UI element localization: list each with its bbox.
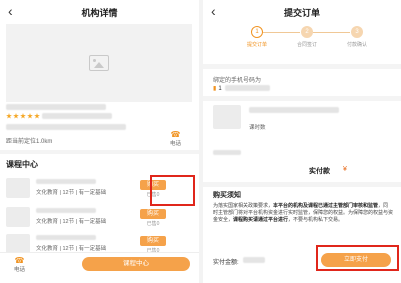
notice-text: ，不要与机构私下交易。 bbox=[288, 217, 344, 223]
phone-icon: ☎ bbox=[14, 256, 25, 265]
phone-icon: ▮ bbox=[213, 86, 217, 92]
star-icon bbox=[6, 113, 12, 119]
course-thumbnail bbox=[6, 234, 30, 254]
course-desc: 文化教育 | 12节 | 有一定基础 bbox=[36, 219, 107, 225]
step-payment: 3 付款确认 bbox=[332, 26, 382, 48]
notice-bold-text: 课程购买请通过平台进行 bbox=[233, 217, 289, 223]
course-item[interactable]: 文化教育 | 12节 | 有一定基础 购买 已售0 bbox=[6, 205, 192, 233]
section-divider bbox=[203, 96, 401, 101]
tags-redacted bbox=[42, 113, 112, 119]
star-icon bbox=[20, 113, 26, 119]
order-steps: 1 提交订单 2 合同签订 3 付款确认 bbox=[203, 26, 401, 56]
phone-icon: ☎ bbox=[170, 130, 181, 139]
institution-image-placeholder bbox=[6, 24, 192, 102]
option-redacted bbox=[213, 150, 241, 155]
course-center-button[interactable]: 课程中心 bbox=[82, 257, 190, 271]
phone-redacted bbox=[225, 85, 270, 91]
distance-text: 距当前定位1.0km bbox=[6, 139, 53, 145]
page-title: 机构详情 bbox=[81, 7, 118, 18]
submit-order-screen: ‹ 提交订单 1 提交订单 2 合同签订 3 付款确认 绑定的手机号码为 ▮ 1 … bbox=[203, 0, 401, 283]
notice-body: 为落实国家相关政策要求，本平台的机构及课程已通过主管部门审核和监管，同时主管部门… bbox=[213, 203, 393, 224]
buy-highlight-box bbox=[150, 175, 195, 206]
course-desc: 课时数 bbox=[249, 125, 266, 131]
institution-name-redacted bbox=[6, 104, 106, 110]
page-title: 提交订单 bbox=[283, 7, 320, 18]
course-name-redacted bbox=[36, 208, 96, 213]
phone-label: 电话 bbox=[169, 141, 181, 147]
section-divider bbox=[0, 150, 199, 154]
bottom-bar: ☎ 电话 课程中心 bbox=[0, 252, 199, 283]
image-icon bbox=[89, 55, 109, 71]
back-icon[interactable]: ‹ bbox=[8, 3, 13, 19]
payment-row: 实付款 ¥ bbox=[213, 165, 393, 177]
tel-label: 电话 bbox=[14, 267, 26, 273]
star-icon bbox=[34, 113, 40, 119]
section-divider bbox=[203, 182, 401, 187]
course-name-redacted bbox=[36, 235, 96, 240]
institution-detail-screen: ‹ 机构详情 距当前定位1.0km ☎ 电话 课程中心 文化教育 | 12节 |… bbox=[0, 0, 199, 283]
notice-text: 为落实国家相关政策要求， bbox=[213, 203, 274, 209]
pay-label: 实付款 bbox=[309, 168, 330, 175]
tel-button[interactable]: ☎ 电话 bbox=[14, 256, 25, 273]
star-icon bbox=[13, 113, 19, 119]
rating-stars bbox=[6, 113, 40, 119]
back-icon[interactable]: ‹ bbox=[211, 3, 216, 19]
course-name-redacted bbox=[36, 179, 96, 184]
step-number: 2 bbox=[301, 26, 313, 38]
buy-button[interactable]: 购买 bbox=[140, 236, 166, 246]
nav-bar: ‹ 机构详情 bbox=[0, 0, 199, 24]
bound-phone-number: ▮ 1 bbox=[213, 85, 222, 92]
course-thumbnail bbox=[213, 105, 241, 129]
course-thumbnail bbox=[6, 178, 30, 198]
star-icon bbox=[27, 113, 33, 119]
course-desc: 文化教育 | 12节 | 有一定基础 bbox=[36, 246, 107, 252]
course-name-redacted bbox=[249, 107, 339, 113]
amount-redacted bbox=[243, 257, 265, 263]
phone-number-text: 1 bbox=[218, 86, 222, 92]
nav-bar: ‹ 提交订单 bbox=[203, 0, 401, 24]
notice-title: 购买须知 bbox=[213, 192, 241, 199]
buy-button[interactable]: 购买 bbox=[140, 209, 166, 219]
step-submit-order: 1 提交订单 bbox=[232, 26, 282, 48]
course-thumbnail bbox=[6, 207, 30, 227]
address-redacted bbox=[6, 124, 126, 130]
course-center-title: 课程中心 bbox=[6, 160, 38, 169]
pay-highlight-box bbox=[316, 245, 399, 271]
section-divider bbox=[203, 64, 401, 69]
step-label: 提交订单 bbox=[246, 42, 267, 48]
purchase-notice: 购买须知 为落实国家相关政策要求，本平台的机构及课程已通过主管部门审核和监管，同… bbox=[213, 190, 393, 224]
amount-label: 实付金额: bbox=[213, 260, 239, 266]
notice-bold-text: 本平台的机构及课程已通过主管部门审核和监管 bbox=[273, 203, 379, 209]
phone-button[interactable]: ☎ 电话 bbox=[170, 130, 181, 147]
step-label: 合同签订 bbox=[296, 42, 317, 48]
bound-phone-label: 绑定的手机号码为 bbox=[213, 78, 262, 84]
course-desc: 文化教育 | 12节 | 有一定基础 bbox=[36, 190, 107, 196]
pay-value: ¥ bbox=[343, 166, 347, 173]
step-contract: 2 合同签订 bbox=[282, 26, 332, 48]
step-number: 3 bbox=[351, 26, 363, 38]
step-label: 付款确认 bbox=[346, 42, 367, 48]
sold-count: 已售0 bbox=[146, 221, 160, 227]
step-number: 1 bbox=[251, 26, 263, 38]
